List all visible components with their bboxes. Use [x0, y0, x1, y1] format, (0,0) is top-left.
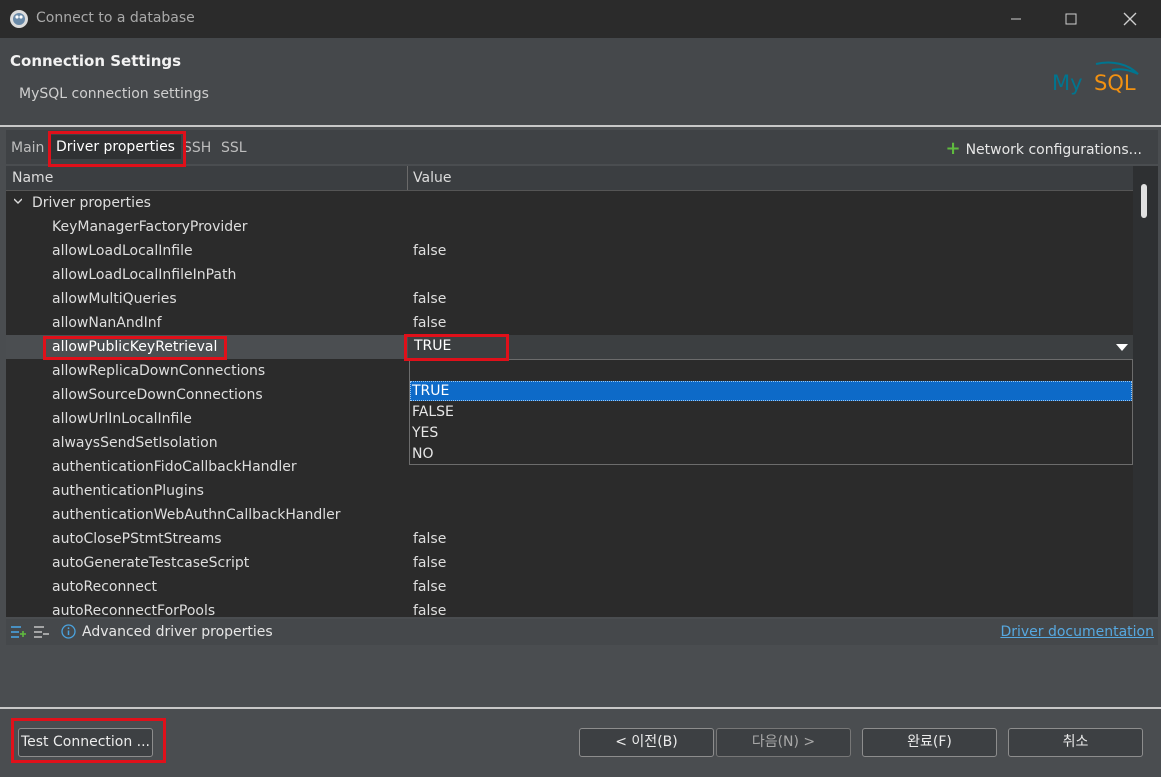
- footer-divider: [0, 707, 1161, 709]
- column-header-name[interactable]: Name: [12, 170, 53, 186]
- vertical-scrollbar[interactable]: [1133, 166, 1158, 617]
- collapse-all-icon[interactable]: [33, 625, 49, 639]
- group-row-driver-properties[interactable]: Driver properties: [6, 191, 1133, 215]
- dropdown-option-true[interactable]: TRUE: [410, 381, 1132, 401]
- test-connection-button[interactable]: Test Connection ...: [18, 728, 153, 757]
- tab-ssl[interactable]: SSL: [221, 140, 247, 156]
- property-value: false: [413, 579, 447, 595]
- table-row[interactable]: allowNanAndInf false: [6, 311, 1133, 335]
- option-label: NO: [412, 446, 434, 462]
- dropdown-option-yes[interactable]: YES: [410, 423, 1132, 443]
- properties-grid: Driver properties KeyManagerFactoryProvi…: [6, 191, 1133, 617]
- option-label: TRUE: [412, 383, 450, 399]
- dropdown-option-no[interactable]: NO: [410, 444, 1132, 464]
- property-name: allowMultiQueries: [52, 291, 177, 307]
- property-name: authenticationPlugins: [52, 483, 204, 499]
- table-row[interactable]: allowLoadLocalInfileInPath: [6, 263, 1133, 287]
- value-combo-box[interactable]: TRUE: [408, 335, 1133, 359]
- title-bar: Connect to a database: [0, 0, 1161, 38]
- property-value: false: [413, 531, 447, 547]
- mysql-logo: My SQL: [1052, 61, 1139, 95]
- property-name: authenticationFidoCallbackHandler: [52, 459, 297, 475]
- property-value: false: [413, 555, 447, 571]
- header-divider: [0, 125, 1161, 127]
- property-value: false: [413, 315, 447, 331]
- property-name: allowNanAndInf: [52, 315, 162, 331]
- property-name: allowLoadLocalInfile: [52, 243, 193, 259]
- property-name: allowSourceDownConnections: [52, 387, 263, 403]
- dropdown-option-false[interactable]: FALSE: [410, 402, 1132, 422]
- property-value: false: [413, 291, 447, 307]
- page-subtitle: MySQL connection settings: [19, 86, 209, 102]
- plus-icon: +: [945, 138, 961, 159]
- grid-toolbar: Advanced driver properties Driver docume…: [6, 619, 1158, 645]
- column-divider[interactable]: [407, 166, 408, 190]
- property-name: alwaysSendSetIsolation: [52, 435, 218, 451]
- page-title: Connection Settings: [10, 52, 182, 70]
- driver-documentation-link[interactable]: Driver documentation: [1000, 624, 1154, 640]
- table-row[interactable]: autoClosePStmtStreams false: [6, 527, 1133, 551]
- property-name: KeyManagerFactoryProvider: [52, 219, 248, 235]
- tab-driver-properties[interactable]: Driver properties: [50, 135, 181, 159]
- cancel-button[interactable]: 취소: [1008, 728, 1143, 757]
- property-name: allowReplicaDownConnections: [52, 363, 266, 379]
- info-icon: [61, 624, 76, 639]
- tab-main[interactable]: Main: [11, 140, 44, 156]
- close-window-button[interactable]: [1101, 0, 1159, 38]
- combo-value: TRUE: [414, 338, 452, 354]
- finish-button[interactable]: 완료(F): [862, 728, 997, 757]
- property-value: false: [413, 603, 447, 617]
- dropdown-arrow-icon[interactable]: [1116, 344, 1128, 351]
- network-configurations-label: Network configurations...: [965, 142, 1142, 158]
- svg-text:SQL: SQL: [1094, 71, 1136, 95]
- property-name: autoGenerateTestcaseScript: [52, 555, 250, 571]
- scrollbar-thumb[interactable]: [1141, 184, 1147, 218]
- maximize-icon: [1065, 13, 1077, 25]
- dbeaver-app-icon: [10, 10, 28, 28]
- table-row[interactable]: autoReconnect false: [6, 575, 1133, 599]
- window-title: Connect to a database: [36, 10, 195, 26]
- table-row[interactable]: autoReconnectForPools false: [6, 599, 1133, 617]
- property-name: allowUrlInLocalInfile: [52, 411, 192, 427]
- expand-all-icon[interactable]: [10, 625, 26, 639]
- back-button[interactable]: < 이전(B): [579, 728, 714, 757]
- table-row[interactable]: KeyManagerFactoryProvider: [6, 215, 1133, 239]
- network-configurations-button[interactable]: + Network configurations...: [945, 138, 1142, 159]
- property-name: autoClosePStmtStreams: [52, 531, 222, 547]
- minimize-button[interactable]: [987, 0, 1045, 38]
- property-value: false: [413, 243, 447, 259]
- maximize-button[interactable]: [1042, 0, 1100, 38]
- advanced-driver-properties-label: Advanced driver properties: [82, 624, 273, 640]
- table-row[interactable]: autoGenerateTestcaseScript false: [6, 551, 1133, 575]
- wizard-header: Connection Settings MySQL connection set…: [0, 38, 1161, 125]
- next-button[interactable]: 다음(N) >: [716, 728, 851, 757]
- option-label: FALSE: [412, 404, 454, 420]
- table-row[interactable]: authenticationPlugins: [6, 479, 1133, 503]
- table-row[interactable]: allowLoadLocalInfile false: [6, 239, 1133, 263]
- property-name: authenticationWebAuthnCallbackHandler: [52, 507, 341, 523]
- group-label: Driver properties: [32, 195, 151, 211]
- table-row[interactable]: authenticationWebAuthnCallbackHandler: [6, 503, 1133, 527]
- close-icon: [1123, 12, 1137, 26]
- property-name: allowPublicKeyRetrieval: [52, 339, 218, 355]
- option-label: YES: [412, 425, 439, 441]
- tab-ssh[interactable]: SSH: [183, 140, 211, 156]
- minimize-icon: [1011, 18, 1021, 20]
- table-row[interactable]: allowMultiQueries false: [6, 287, 1133, 311]
- column-header-value[interactable]: Value: [413, 170, 451, 186]
- property-name: autoReconnect: [52, 579, 158, 595]
- property-name: autoReconnectForPools: [52, 603, 216, 617]
- chevron-down-icon[interactable]: [14, 197, 22, 205]
- svg-text:My: My: [1052, 71, 1083, 95]
- value-dropdown-list: TRUE FALSE YES NO: [409, 359, 1133, 465]
- properties-grid-header: Name Value: [6, 166, 1133, 191]
- property-name: allowLoadLocalInfileInPath: [52, 267, 237, 283]
- tab-bar: Main Driver properties SSH SSL + Network …: [6, 130, 1158, 164]
